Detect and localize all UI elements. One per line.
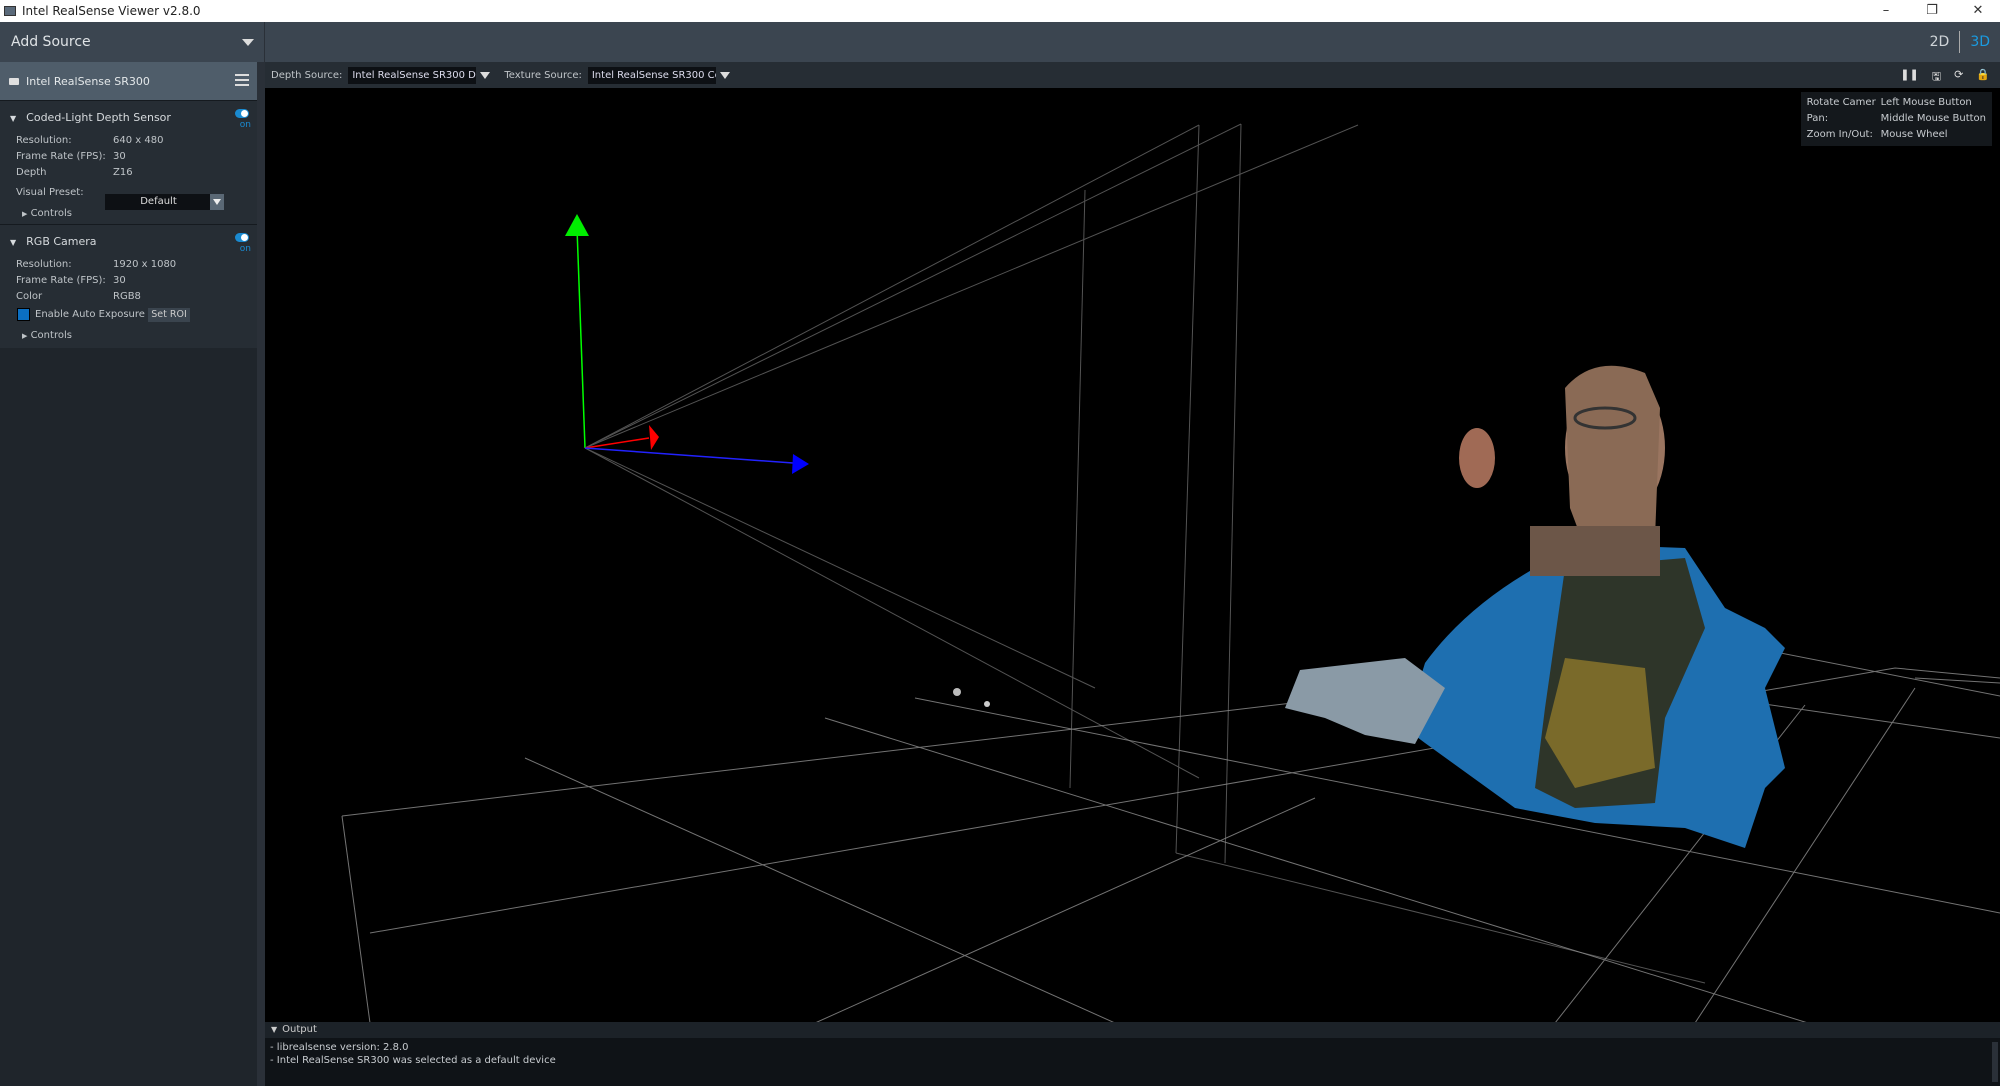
add-source-label: Add Source	[11, 34, 91, 50]
help-row: Rotate Camer Left Mouse Button	[1806, 97, 1972, 108]
texture-source-label: Texture Source:	[504, 69, 582, 81]
controls-expander[interactable]: ▶ Controls	[22, 208, 72, 219]
toggle-state: on	[239, 120, 251, 130]
app-icon	[4, 6, 16, 16]
hamburger-menu-icon[interactable]	[235, 74, 249, 89]
log-line: - Intel RealSense SR300 was selected as …	[270, 1055, 556, 1066]
auto-exposure-label: Enable Auto Exposure	[35, 309, 145, 320]
sensor-rgb: ▼ RGB Camera on Resolution: 1920 x 1080 Fr…	[0, 224, 257, 348]
device-name: Intel RealSense SR300	[26, 74, 150, 88]
sensor-rgb-header[interactable]: ▼ RGB Camera	[10, 235, 97, 248]
3d-viewport[interactable]: Rotate Camer Left Mouse Button Pan: Middle…	[265, 88, 2000, 1024]
sidebar-scrollbar[interactable]	[257, 62, 265, 1086]
dropdown-arrow-icon[interactable]	[210, 194, 224, 210]
visual-preset-select[interactable]: Default	[105, 194, 212, 210]
depth-source-select[interactable]: Intel RealSense SR300 Dep	[348, 66, 477, 84]
point-cloud-person	[953, 365, 1785, 848]
prop-row: Frame Rate (FPS): 30	[16, 275, 126, 286]
camera-icon	[9, 77, 19, 85]
triangle-down-icon: ▼	[10, 114, 17, 123]
coordinate-axes	[565, 214, 809, 474]
triangle-down-icon: ▼	[271, 1025, 278, 1034]
close-button[interactable]: ✕	[1956, 0, 2000, 22]
dropdown-arrow-icon[interactable]	[719, 71, 730, 84]
controls-help-overlay: Rotate Camer Left Mouse Button Pan: Middle…	[1800, 92, 1992, 146]
y-axis-arrow	[565, 214, 589, 236]
help-row: Zoom In/Out: Mouse Wheel	[1806, 129, 1948, 140]
dropdown-arrow-icon[interactable]	[480, 71, 491, 84]
triangle-down-icon: ▼	[10, 238, 17, 247]
restore-button[interactable]: ❐	[1910, 0, 1954, 22]
window-title: Intel RealSense Viewer v2.8.0	[22, 4, 201, 18]
x-axis-arrow	[649, 425, 659, 450]
output-scrollbar[interactable]	[1992, 1042, 1998, 1082]
viewer-toolbar: Depth Source: Intel RealSense SR300 Dep …	[265, 62, 2000, 88]
pause-icon[interactable]: ❚❚	[1900, 68, 1918, 87]
prop-row: Color RGB8	[16, 291, 141, 302]
top-bar: Add Source 2D 3D	[0, 22, 2000, 62]
log-line: - librealsense version: 2.8.0	[270, 1042, 409, 1053]
controls-expander[interactable]: ▶ Controls	[22, 330, 72, 341]
auto-exposure-checkbox[interactable]	[17, 308, 30, 321]
sensor-rgb-toggle[interactable]	[235, 233, 249, 242]
chevron-down-icon	[242, 39, 254, 52]
texture-source-select[interactable]: Intel RealSense SR300 Col	[587, 66, 716, 84]
sidebar: Intel RealSense SR300 ▼ Coded-Light Depth…	[0, 62, 265, 1086]
point-cloud-scene	[341, 123, 2000, 1024]
lock-icon[interactable]: 🔒	[1976, 68, 1990, 87]
help-row: Pan: Middle Mouse Button	[1806, 113, 1986, 124]
mode-2d-button[interactable]: 2D	[1920, 34, 1960, 50]
set-roi-button[interactable]: Set ROI	[148, 308, 190, 322]
refresh-icon[interactable]: ⟳	[1954, 68, 1963, 87]
mode-3d-button[interactable]: 3D	[1960, 34, 2000, 50]
sensor-depth: ▼ Coded-Light Depth Sensor on Resolution:…	[0, 100, 257, 224]
prop-row: Frame Rate (FPS): 30	[16, 151, 126, 162]
output-header[interactable]: ▼ Output	[265, 1022, 2000, 1038]
add-source-button[interactable]: Add Source	[0, 22, 265, 62]
prop-row: Resolution: 1920 x 1080	[16, 259, 177, 270]
save-icon[interactable]: 🖫	[1932, 68, 1941, 87]
prop-row: Depth Z16	[16, 167, 133, 178]
output-panel: ▼ Output - librealsense version: 2.8.0 - …	[265, 1022, 2000, 1086]
device-header: Intel RealSense SR300	[0, 62, 257, 100]
sensor-depth-header[interactable]: ▼ Coded-Light Depth Sensor	[10, 111, 171, 124]
sensor-depth-toggle[interactable]	[235, 109, 249, 118]
minimize-button[interactable]: –	[1864, 0, 1908, 22]
toggle-state: on	[239, 244, 251, 254]
z-axis	[584, 447, 794, 464]
y-axis	[576, 227, 586, 449]
view-mode-switch: 2D 3D	[1920, 22, 2000, 62]
z-axis-arrow	[792, 454, 809, 474]
title-bar: Intel RealSense Viewer v2.8.0 – ❐ ✕	[0, 0, 2000, 22]
visual-preset-label: Visual Preset:	[16, 187, 84, 198]
depth-source-label: Depth Source:	[271, 69, 343, 81]
prop-row: Resolution: 640 x 480	[16, 135, 164, 146]
